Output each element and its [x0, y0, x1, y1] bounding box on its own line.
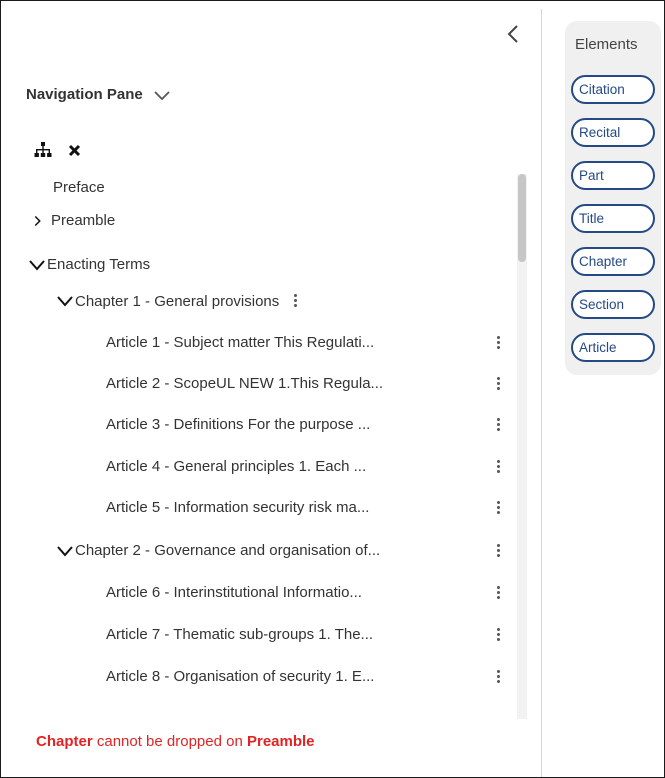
- navigation-pane: Navigation Pane Preface Preamble Enactin…: [1, 1, 541, 777]
- more-options-icon[interactable]: [289, 292, 301, 310]
- tree-item-label: Article 6 - Interinstitutional Informati…: [106, 584, 362, 601]
- elements-panel: Elements Citation Recital Part Title Cha…: [565, 21, 661, 375]
- more-options-icon[interactable]: [492, 375, 504, 393]
- tree-item-label: Preamble: [51, 212, 116, 229]
- more-options-icon[interactable]: [492, 458, 504, 476]
- tree-item-label: Article 8 - Organisation of security 1. …: [106, 668, 375, 685]
- navigation-pane-title: Navigation Pane: [26, 86, 143, 103]
- document-tree: Preface Preamble Enacting Terms Chapter …: [1, 171, 516, 716]
- element-chip-citation[interactable]: Citation: [571, 75, 655, 104]
- chevron-down-icon[interactable]: [153, 89, 171, 101]
- nav-toolbar: [34, 142, 81, 158]
- tree-item-label: Article 5 - Information security risk ma…: [106, 499, 370, 516]
- navigation-pane-header: Navigation Pane: [26, 86, 171, 103]
- element-chip-section[interactable]: Section: [571, 290, 655, 319]
- tree-item-article[interactable]: Article 8 - Organisation of security 1. …: [106, 668, 374, 685]
- chevron-down-icon[interactable]: [57, 544, 73, 558]
- tree-item-article[interactable]: Article 4 - General principles 1. Each .…: [106, 458, 366, 475]
- more-options-icon[interactable]: [492, 499, 504, 517]
- element-chip-recital[interactable]: Recital: [571, 118, 655, 147]
- element-chip-chapter[interactable]: Chapter: [571, 247, 655, 276]
- element-chip-part[interactable]: Part: [571, 161, 655, 190]
- close-icon[interactable]: [68, 144, 81, 157]
- tree-item-preamble[interactable]: Preamble: [33, 212, 115, 229]
- tree-item-chapter-1[interactable]: Chapter 1 - General provisions: [57, 292, 301, 310]
- tree-item-article[interactable]: Article 6 - Interinstitutional Informati…: [106, 584, 362, 601]
- sitemap-icon[interactable]: [34, 142, 52, 158]
- tree-item-article[interactable]: Article 1 - Subject matter This Regulati…: [106, 334, 374, 351]
- more-options-icon[interactable]: [492, 584, 504, 602]
- tree-item-label: Enacting Terms: [47, 256, 151, 273]
- tree-item-article[interactable]: Article 3 - Definitions For the purpose …: [106, 416, 370, 433]
- chevron-right-icon[interactable]: [33, 214, 45, 228]
- tree-item-label: Article 7 - Thematic sub-groups 1. The..…: [106, 626, 374, 643]
- more-options-icon[interactable]: [492, 542, 504, 560]
- more-options-icon[interactable]: [492, 334, 504, 352]
- more-options-icon[interactable]: [492, 626, 504, 644]
- tree-item-article[interactable]: Article 5 - Information security risk ma…: [106, 499, 369, 516]
- elements-title: Elements: [575, 36, 638, 53]
- tree-item-label: Article 1 - Subject matter This Regulati…: [106, 334, 375, 351]
- element-chip-title[interactable]: Title: [571, 204, 655, 233]
- tree-item-label: Chapter 1 - General provisions: [75, 292, 280, 310]
- more-options-icon[interactable]: [492, 668, 504, 686]
- tree-item-chapter-2[interactable]: Chapter 2 - Governance and organisation …: [57, 542, 380, 559]
- tree-item-article[interactable]: Article 7 - Thematic sub-groups 1. The..…: [106, 626, 373, 643]
- chevron-down-icon[interactable]: [29, 258, 45, 272]
- tree-item-label: Article 2 - ScopeUL NEW 1.This Regula...: [106, 375, 384, 392]
- more-options-icon[interactable]: [492, 416, 504, 434]
- pane-divider[interactable]: [541, 9, 542, 777]
- drop-error-text: cannot be dropped on: [92, 733, 247, 750]
- drop-error-element: Chapter: [36, 733, 93, 750]
- collapse-left-icon[interactable]: [503, 21, 525, 47]
- tree-item-label: Chapter 2 - Governance and organisation …: [75, 542, 381, 559]
- tree-item-enacting-terms[interactable]: Enacting Terms: [29, 256, 150, 273]
- tree-item-label: Article 3 - Definitions For the purpose …: [106, 416, 371, 433]
- drop-error-message: Chapter cannot be dropped on Preamble: [36, 733, 315, 750]
- tree-item-article[interactable]: Article 2 - ScopeUL NEW 1.This Regula...: [106, 375, 383, 392]
- tree-item-label: Preface: [53, 179, 105, 196]
- tree-item-label: Article 4 - General principles 1. Each .…: [106, 458, 367, 475]
- drop-error-target: Preamble: [246, 733, 315, 750]
- editor-frame: Navigation Pane Preface Preamble Enactin…: [0, 0, 665, 778]
- element-chip-article[interactable]: Article: [571, 333, 655, 362]
- chevron-down-icon[interactable]: [57, 294, 73, 308]
- tree-scrollbar-thumb[interactable]: [518, 174, 526, 262]
- tree-item-preface[interactable]: Preface: [53, 179, 105, 196]
